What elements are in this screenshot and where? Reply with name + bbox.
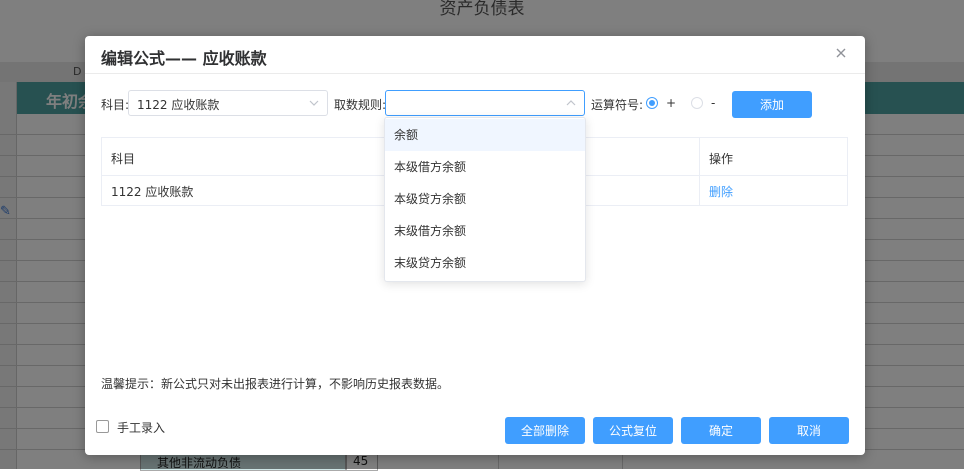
dialog-title: 编辑公式—— 应收账款 [101,49,267,68]
rule-dropdown: 余额 本级借方余额 本级贷方余额 末级借方余额 末级贷方余额 [384,117,586,282]
cancel-button[interactable]: 取消 [769,417,849,444]
confirm-button[interactable]: 确定 [681,417,761,444]
table-column-divider [699,138,700,205]
edit-formula-dialog: 编辑公式—— 应收账款 科目: 1122 应收账款 取数规则: 运算符号: + … [85,36,865,455]
delete-row-link[interactable]: 删除 [709,183,733,200]
close-icon[interactable] [833,45,849,61]
warm-tip: 温馨提示：新公式只对未出报表进行计算，不影响历史报表数据。 [101,377,450,391]
dropdown-option[interactable]: 本级贷方余额 [385,183,585,215]
table-header-subject: 科目 [111,152,136,166]
delete-all-button[interactable]: 全部删除 [505,417,585,444]
subject-label: 科目: [101,98,130,112]
radio-minus-label[interactable]: - [711,96,715,110]
radio-plus-label[interactable]: + [666,96,676,110]
reset-formula-button[interactable]: 公式复位 [593,417,673,444]
dropdown-option[interactable]: 余额 [385,119,585,151]
radio-minus[interactable] [691,97,703,109]
add-button[interactable]: 添加 [732,91,812,118]
chevron-down-icon [309,100,319,106]
operator-label: 运算符号: [591,98,644,112]
table-header-action: 操作 [709,152,734,166]
subject-select-value: 1122 应收账款 [137,98,220,112]
dropdown-option[interactable]: 末级贷方余额 [385,247,585,279]
radio-plus[interactable] [646,97,658,109]
rule-select[interactable] [385,90,585,116]
manual-entry-checkbox[interactable] [96,420,109,433]
chevron-up-icon [566,100,576,106]
dialog-header: 编辑公式—— 应收账款 [85,36,865,74]
table-cell-subject: 1122 应收账款 [111,185,194,199]
manual-entry-label[interactable]: 手工录入 [117,419,165,436]
rule-label: 取数规则: [334,98,387,112]
dropdown-option[interactable]: 末级借方余额 [385,215,585,247]
subject-select[interactable]: 1122 应收账款 [128,90,328,116]
dropdown-option[interactable]: 本级借方余额 [385,151,585,183]
